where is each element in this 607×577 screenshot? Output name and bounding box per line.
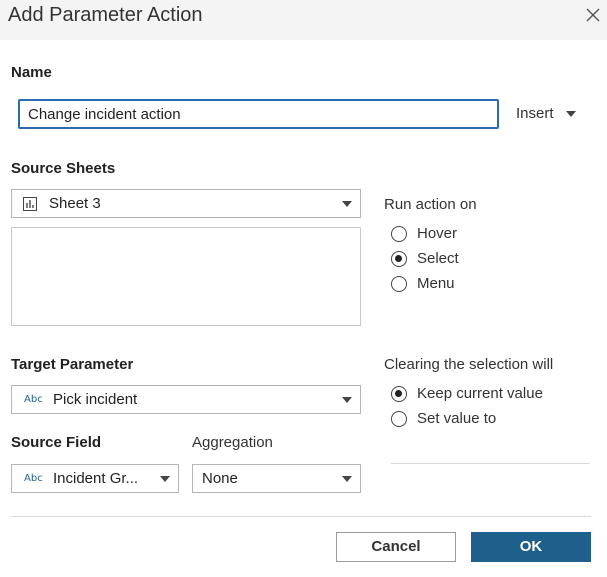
radio-button[interactable] bbox=[391, 385, 407, 402]
source-field-value: Incident Gr... bbox=[53, 470, 139, 487]
footer-divider bbox=[11, 516, 591, 517]
source-field-label: Source Field bbox=[11, 434, 102, 451]
radio-hover[interactable]: Hover bbox=[391, 225, 457, 242]
chevron-down-icon bbox=[342, 397, 352, 403]
close-icon[interactable] bbox=[586, 8, 600, 22]
target-parameter-select[interactable]: Abc Pick incident bbox=[11, 385, 361, 414]
radio-set-value-to[interactable]: Set value to bbox=[391, 410, 496, 427]
clearing-label: Clearing the selection will bbox=[384, 356, 554, 373]
action-name-input[interactable] bbox=[18, 99, 499, 129]
aggregation-select[interactable]: None bbox=[192, 464, 361, 493]
cancel-button[interactable]: Cancel bbox=[336, 532, 456, 562]
ok-button[interactable]: OK bbox=[471, 532, 591, 562]
insert-dropdown[interactable]: Insert bbox=[516, 105, 576, 122]
target-parameter-label: Target Parameter bbox=[11, 356, 134, 373]
dialog-title: Add Parameter Action bbox=[8, 4, 203, 26]
aggregation-value: None bbox=[202, 470, 238, 487]
radio-menu[interactable]: Menu bbox=[391, 275, 455, 292]
radio-select[interactable]: Select bbox=[391, 250, 459, 267]
radio-keep-current-value[interactable]: Keep current value bbox=[391, 385, 543, 402]
chevron-down-icon bbox=[342, 476, 352, 482]
radio-button[interactable] bbox=[391, 250, 407, 267]
radio-button[interactable] bbox=[391, 275, 407, 292]
source-sheets-select[interactable]: Sheet 3 bbox=[11, 189, 361, 218]
source-field-select[interactable]: Abc Incident Gr... bbox=[11, 464, 179, 493]
run-action-on-label: Run action on bbox=[384, 196, 477, 213]
radio-select-label: Select bbox=[417, 250, 459, 267]
dialog-titlebar: Add Parameter Action bbox=[0, 0, 607, 40]
radio-set-value-label: Set value to bbox=[417, 410, 497, 427]
divider bbox=[391, 463, 590, 464]
source-sheets-value: Sheet 3 bbox=[49, 195, 101, 212]
chevron-down-icon bbox=[160, 476, 170, 482]
aggregation-label: Aggregation bbox=[192, 434, 273, 451]
insert-label: Insert bbox=[516, 105, 554, 122]
source-sheets-label: Source Sheets bbox=[11, 160, 116, 177]
string-type-icon: Abc bbox=[24, 394, 43, 405]
string-type-icon: Abc bbox=[24, 473, 43, 484]
radio-menu-label: Menu bbox=[417, 275, 455, 292]
chevron-down-icon bbox=[342, 201, 352, 207]
bar-chart-icon bbox=[23, 197, 37, 211]
radio-keep-label: Keep current value bbox=[417, 385, 543, 402]
radio-hover-label: Hover bbox=[417, 225, 458, 242]
radio-button[interactable] bbox=[391, 410, 407, 427]
radio-button[interactable] bbox=[391, 225, 407, 242]
name-label: Name bbox=[11, 64, 52, 81]
target-parameter-value: Pick incident bbox=[53, 391, 138, 408]
source-sheets-list[interactable] bbox=[11, 227, 361, 326]
chevron-down-icon bbox=[565, 110, 576, 117]
